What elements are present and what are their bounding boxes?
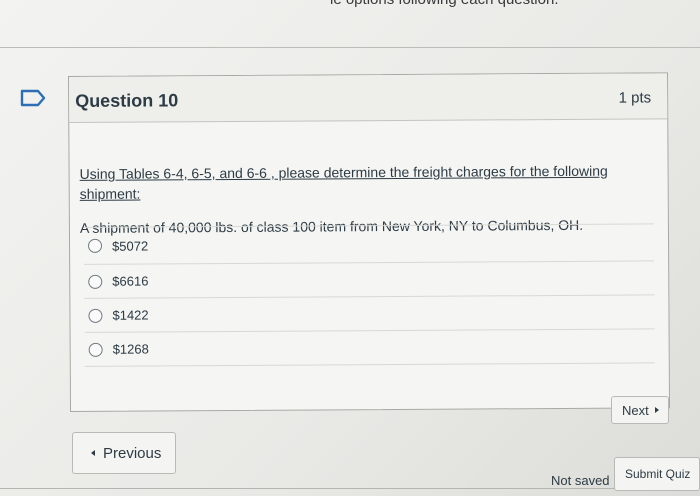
radio-button[interactable]: [87, 238, 103, 253]
previous-label: Previous: [103, 444, 162, 462]
radio-button[interactable]: [88, 342, 103, 357]
answer-label: $5072: [111, 238, 149, 254]
submit-label: Submit Quiz: [625, 467, 691, 481]
radio-button[interactable]: [88, 274, 103, 289]
submit-quiz-button[interactable]: Submit Quiz: [614, 457, 700, 491]
footer-divider: [0, 488, 700, 489]
radio-button[interactable]: [88, 308, 103, 323]
caret-left-icon: [91, 450, 95, 456]
previous-button[interactable]: Previous: [72, 432, 176, 474]
next-button[interactable]: Next: [611, 396, 669, 424]
question-header: Question 10 1 pts: [69, 73, 668, 123]
answer-label: $6616: [112, 273, 149, 289]
answer-label: $1268: [112, 341, 149, 357]
answer-option[interactable]: $1422: [84, 295, 655, 333]
prompt-reference: Using Tables 6-4, 6-5, and 6-6 , please …: [79, 162, 608, 202]
top-divider: [0, 47, 700, 48]
caret-right-icon: [654, 407, 659, 413]
next-label: Next: [622, 402, 649, 418]
question-title: Question 10: [75, 90, 179, 111]
question-points: 1 pts: [618, 89, 652, 107]
save-status: Not saved: [551, 473, 610, 488]
answer-list: $5072 $6616 $1422 $1268: [83, 223, 655, 367]
answer-option[interactable]: $5072: [83, 223, 655, 265]
answer-label: $1422: [112, 307, 149, 323]
top-instruction: ie options following each question.: [330, 0, 559, 8]
answer-option[interactable]: $1268: [84, 329, 655, 367]
answer-option[interactable]: $6616: [84, 261, 655, 299]
question-card: Question 10 1 pts Using Tables 6-4, 6-5,…: [68, 72, 671, 412]
question-flag-icon[interactable]: [20, 89, 46, 107]
